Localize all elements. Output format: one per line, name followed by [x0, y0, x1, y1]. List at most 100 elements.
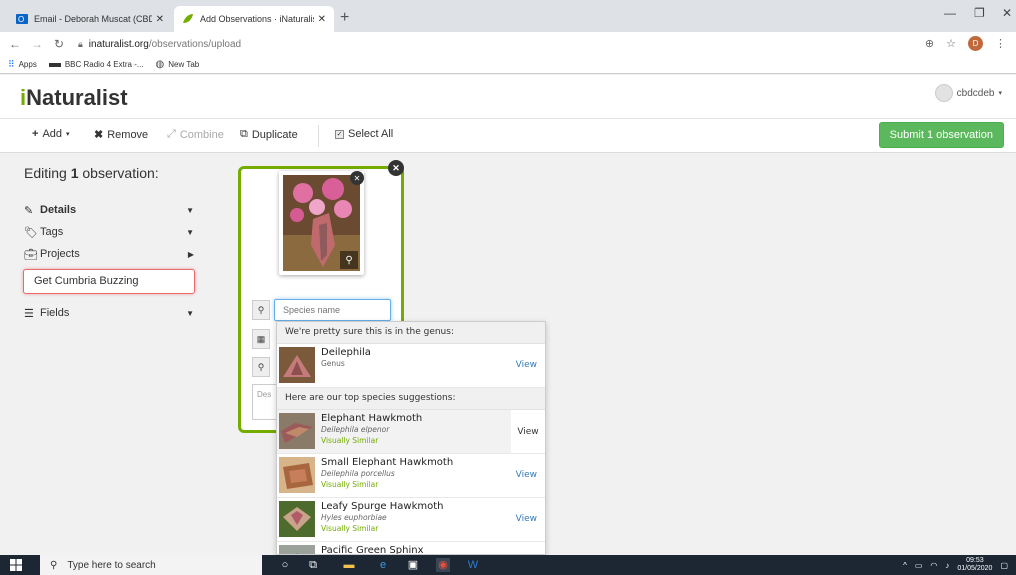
url-field[interactable]: 🔒︎ inaturalist.org/observations/upload [78, 39, 241, 50]
plus-icon: + [32, 128, 39, 140]
remove-observation-icon[interactable]: ✕ [388, 160, 404, 176]
calendar-icon[interactable]: ▦ [252, 329, 270, 349]
combine-icon: ⤢ [167, 128, 176, 140]
back-icon[interactable]: ← [8, 37, 22, 51]
restore-icon[interactable]: ❐ [974, 6, 985, 20]
bookmarks-bar: ⠿ Apps BBC Radio 4 Extra -... ◍ New Tab [0, 56, 1016, 74]
inaturalist-logo[interactable]: iNaturalist [20, 85, 128, 111]
outlook-icon: O [16, 13, 28, 25]
word-icon[interactable]: W [466, 558, 480, 572]
combine-button[interactable]: ⤢ Combine [167, 128, 224, 141]
bookmark-star-icon[interactable]: ☆ [946, 37, 956, 50]
volume-icon[interactable]: ♪ [945, 561, 949, 570]
accordion-tags[interactable]: 🏷︎ Tags ▼ [24, 221, 206, 243]
editing-prefix: Editing [24, 165, 67, 181]
menu-dots-icon[interactable]: ⋮ [995, 37, 1006, 50]
remove-label: Remove [107, 128, 149, 141]
remove-x-icon: ✖ [94, 129, 104, 141]
store-icon[interactable]: ▣ [406, 558, 420, 572]
duplicate-label: Duplicate [251, 128, 298, 141]
system-tray: ^ ▭ ◠ ♪ 09:53 01/05/2020 ▢ [903, 557, 1008, 573]
view-link[interactable]: View [511, 410, 545, 453]
taxon-photo [279, 347, 315, 383]
remove-button[interactable]: ✖ Remove [94, 128, 149, 142]
clock[interactable]: 09:53 01/05/2020 [957, 557, 992, 573]
briefcase-icon: 💼︎ [24, 248, 38, 261]
select-all-checkbox[interactable]: ✓ Select All [335, 128, 393, 140]
editing-suffix: observation: [82, 165, 159, 181]
user-avatar-icon [934, 84, 953, 102]
duplicate-button[interactable]: ⧉ Duplicate [240, 128, 298, 141]
caret-down-icon: ▼ [186, 205, 194, 215]
view-link[interactable]: View [516, 514, 537, 524]
suggestion-genus[interactable]: Deilephila Genus View [277, 344, 545, 388]
file-explorer-icon[interactable]: ▬ [342, 558, 356, 572]
battery-icon[interactable]: ▭ [915, 561, 923, 570]
tab-title: Add Observations · iNaturalist [200, 14, 314, 24]
view-link[interactable]: View [516, 470, 537, 480]
minimize-icon[interactable]: — [944, 6, 956, 20]
bookmark-new-tab[interactable]: ◍ New Tab [156, 59, 200, 70]
left-panel: Editing 1 observation: ✎ Details ▼ 🏷︎ Ta… [16, 165, 206, 324]
suggestion-species[interactable]: Leafy Spurge Hawkmoth Hyles euphorbiae V… [277, 498, 545, 542]
windows-start-icon[interactable] [10, 559, 22, 571]
project-tag[interactable]: Get Cumbria Buzzing [23, 269, 195, 294]
task-view-icon[interactable]: ⧉ [306, 558, 320, 572]
bookmark-apps[interactable]: ⠿ Apps [8, 59, 37, 70]
accordion-label: Details [40, 204, 77, 216]
editing-count: 1 [70, 165, 79, 181]
submit-button[interactable]: Submit 1 observation [878, 122, 1004, 148]
caret-down-icon: ▼ [186, 227, 194, 237]
taxon-photo [279, 545, 315, 554]
accordion-projects[interactable]: 💼︎ Projects ▶ [24, 243, 206, 265]
species-suggestion-header: Here are our top species suggestions: [277, 388, 545, 410]
logo-text: Naturalist [26, 85, 128, 110]
chevron-up-icon[interactable]: ^ [903, 561, 907, 570]
visually-similar-tag: Visually Similar [321, 524, 379, 533]
upload-toolbar: + Add ▾ ✖ Remove ⤢ Combine ⧉ Duplicate ✓ Selec… [0, 119, 1016, 153]
cortana-icon[interactable]: ○ [278, 558, 292, 572]
globe-icon: ◍ [155, 59, 165, 70]
map-marker-icon[interactable]: ⚲ [252, 357, 270, 377]
combine-label: Combine [179, 128, 224, 141]
suggestion-species[interactable]: Small Elephant Hawkmoth Deilephila porce… [277, 454, 545, 498]
user-menu[interactable]: cbdcdeb ▾ [934, 84, 1002, 102]
close-tab-icon[interactable]: ✕ [156, 14, 164, 25]
suggestion-species[interactable]: Elephant Hawkmoth Deilephila elpenor Vis… [277, 410, 545, 454]
close-tab-icon[interactable]: ✕ [318, 14, 326, 25]
notifications-icon[interactable]: ▢ [1000, 561, 1008, 570]
view-link[interactable]: View [516, 360, 537, 370]
edge-icon[interactable]: e [376, 558, 390, 572]
svg-text:O: O [18, 15, 24, 24]
tab-email[interactable]: O Email - Deborah Muscat (CBDC) ✕ [8, 6, 172, 32]
tab-add-observations[interactable]: Add Observations · iNaturalist ✕ [174, 6, 334, 32]
taxon-rank: Genus [321, 359, 345, 368]
accordion-details[interactable]: ✎ Details ▼ [24, 199, 206, 221]
suggestion-species[interactable]: Pacific Green Sphinx [277, 542, 545, 554]
new-tab-button[interactable]: + [340, 9, 349, 27]
wifi-icon[interactable]: ◠ [930, 561, 937, 570]
apps-grid-icon: ⠿ [8, 59, 15, 69]
remove-photo-icon[interactable]: ✕ [350, 171, 364, 185]
browser-tab-strip: O Email - Deborah Muscat (CBDC) ✕ Add Ob… [0, 0, 1016, 32]
tag-icon: 🏷︎ [24, 226, 38, 239]
close-window-icon[interactable]: ✕ [1002, 6, 1012, 20]
duplicate-icon: ⧉ [240, 128, 248, 140]
species-name-input[interactable] [274, 299, 391, 321]
editing-heading: Editing 1 observation: [24, 165, 206, 181]
reload-icon[interactable]: ↻ [52, 37, 66, 51]
species-suggestions-dropdown: We're pretty sure this is in the genus: … [276, 321, 546, 555]
profile-avatar[interactable]: D [968, 36, 983, 51]
zoom-photo-icon[interactable]: ⚲ [340, 251, 358, 269]
chrome-icon[interactable]: ◉ [436, 558, 450, 572]
add-button[interactable]: + Add ▾ [32, 128, 70, 140]
bookmark-label: Apps [18, 60, 37, 69]
taskbar-search[interactable]: ⚲ Type here to search [40, 555, 262, 575]
radio-icon [48, 62, 61, 67]
bookmark-radio[interactable]: BBC Radio 4 Extra -... [48, 60, 144, 69]
windows-taskbar: ⚲ Type here to search ○ ⧉ ▬ e ▣ ◉ W ^ ▭ … [0, 555, 1016, 575]
forward-icon[interactable]: → [30, 37, 44, 51]
select-all-label: Select All [348, 128, 394, 140]
accordion-fields[interactable]: ☰ Fields ▼ [24, 302, 206, 324]
zoom-icon[interactable]: ⊕ [925, 37, 934, 50]
